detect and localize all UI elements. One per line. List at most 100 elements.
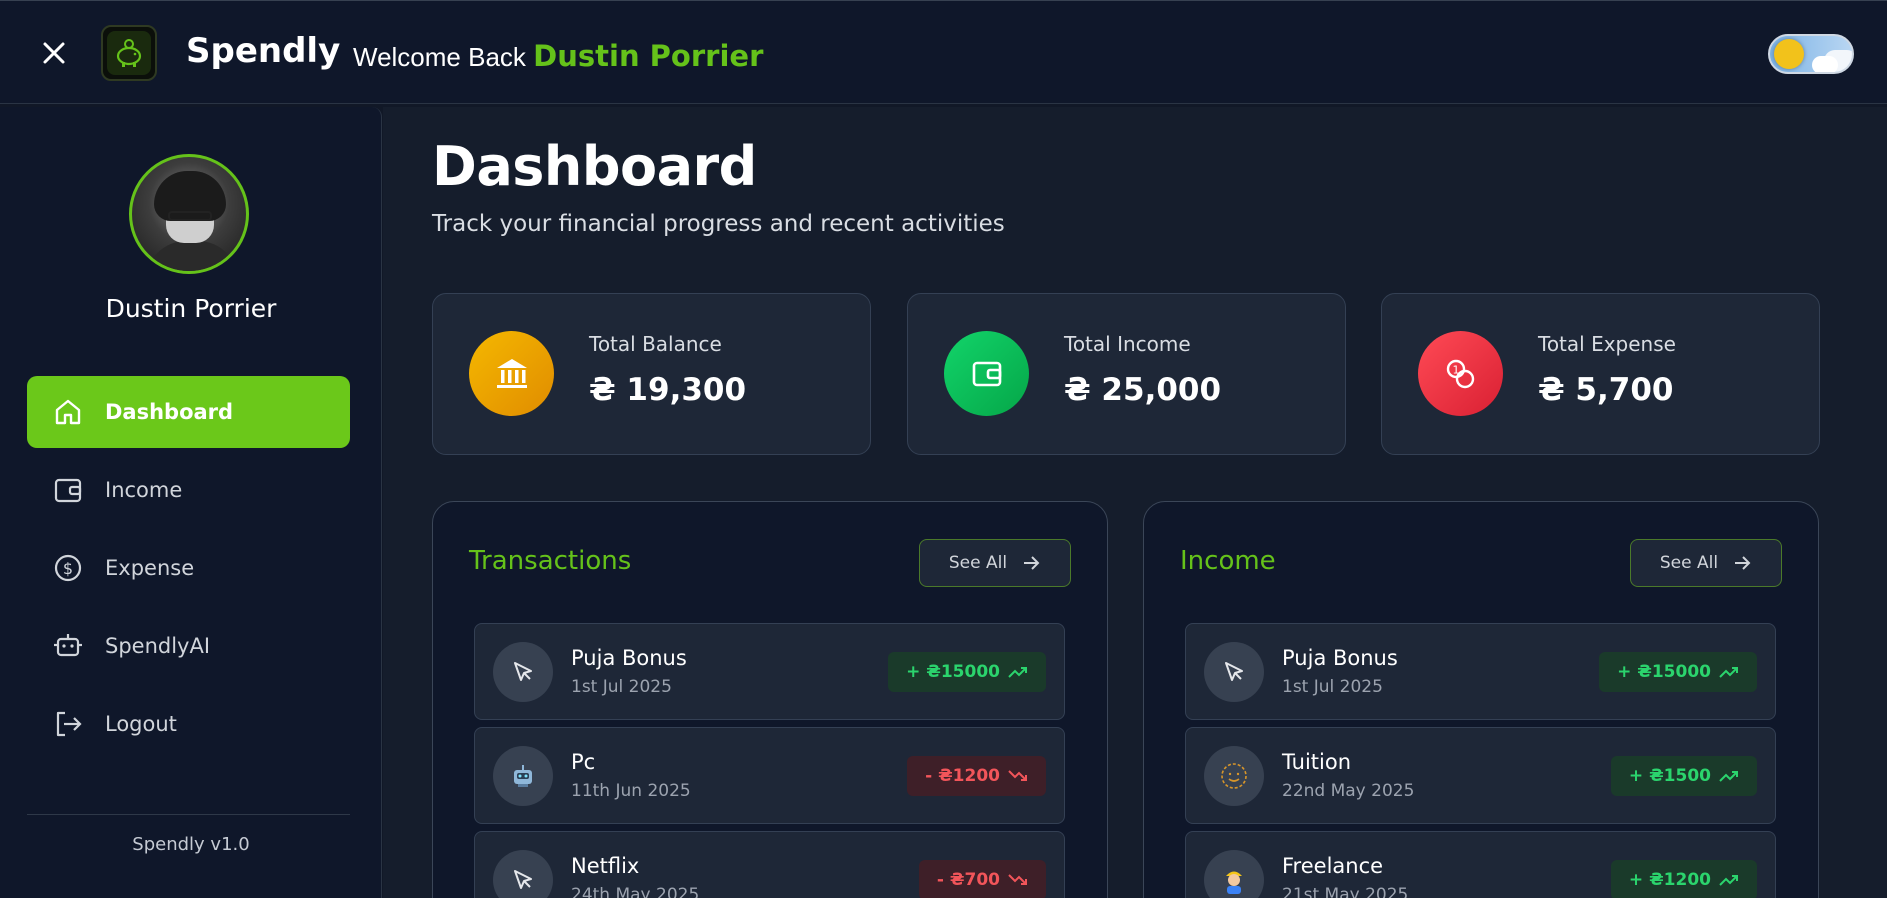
sidebar-divider — [27, 814, 350, 815]
amount-badge: - ₴700 — [918, 860, 1046, 898]
arrow-right-icon — [1735, 556, 1751, 570]
amount-badge: + ₴1200 — [1610, 860, 1757, 898]
see-all-label: See All — [948, 553, 1008, 573]
income-list: Puja Bonus 1st Jul 2025 + ₴15000 Tuition… — [1185, 623, 1776, 898]
stat-value: ₴ 19,300 — [589, 372, 747, 408]
sidebar-item-expense[interactable]: $ Expense — [27, 532, 350, 604]
page-title: Dashboard — [432, 135, 757, 198]
list-item[interactable]: Freelance 21st May 2025 + ₴1200 — [1185, 831, 1776, 898]
close-icon[interactable] — [38, 37, 70, 69]
stat-label: Total Income — [1064, 332, 1191, 356]
trending-up-icon — [1719, 875, 1738, 886]
item-name: Puja Bonus — [1282, 646, 1398, 670]
stat-value: ₴ 5,700 — [1538, 372, 1674, 408]
see-all-income-button[interactable]: See All — [1630, 539, 1782, 587]
amount-value: + ₴1500 — [1628, 766, 1711, 786]
see-all-label: See All — [1659, 553, 1719, 573]
item-name: Tuition — [1282, 750, 1352, 774]
sidebar-nav: Dashboard Income $ Expense SpendlyAI Log… — [27, 376, 350, 766]
item-date: 11th Jun 2025 — [571, 781, 691, 801]
cursor-icon — [493, 850, 553, 898]
amount-badge: + ₴1500 — [1610, 756, 1757, 796]
item-date: 1st Jul 2025 — [1282, 677, 1383, 697]
home-icon — [51, 395, 85, 429]
cursor-icon — [1204, 642, 1264, 702]
item-date: 24th May 2025 — [571, 885, 700, 898]
dollar-circle-icon: $ — [51, 551, 85, 585]
sidebar-item-label: Expense — [105, 556, 195, 580]
amount-badge: - ₴1200 — [907, 756, 1046, 796]
trending-down-icon — [1008, 770, 1027, 781]
sidebar-user-name: Dustin Porrier — [105, 294, 277, 323]
amount-value: + ₴15000 — [1617, 662, 1711, 682]
sidebar-item-income[interactable]: Income — [27, 454, 350, 526]
stat-value: ₴ 25,000 — [1064, 372, 1222, 408]
panel-title: Income — [1180, 546, 1276, 576]
amount-badge: + ₴15000 — [888, 652, 1046, 692]
stat-label: Total Balance — [589, 332, 722, 356]
sidebar-item-spendlyai[interactable]: SpendlyAI — [27, 610, 350, 682]
amount-value: + ₴1200 — [1628, 870, 1711, 890]
panel-title: Transactions — [469, 546, 632, 576]
sidebar-item-label: Income — [105, 478, 183, 502]
main-content: Dashboard Track your financial progress … — [383, 107, 1887, 898]
cursor-icon — [493, 642, 553, 702]
list-item[interactable]: Tuition 22nd May 2025 + ₴1500 — [1185, 727, 1776, 824]
item-name: Freelance — [1282, 854, 1384, 878]
bot-icon — [51, 629, 85, 663]
see-all-transactions-button[interactable]: See All — [919, 539, 1071, 587]
wallet-icon — [944, 331, 1029, 416]
top-bar: Spendly Welcome Back Dustin Porrier — [0, 0, 1887, 104]
smiley-icon — [1204, 746, 1264, 806]
brand-name: Spendly — [186, 31, 341, 71]
amount-value: - ₴1200 — [925, 766, 1000, 786]
transactions-panel: Transactions See All Puja Bonus 1st Jul … — [432, 501, 1108, 898]
stat-card-balance: Total Balance ₴ 19,300 — [432, 293, 871, 455]
sidebar: Dustin Porrier Dashboard Income $ Expens… — [0, 107, 382, 898]
amount-value: + ₴15000 — [906, 662, 1000, 682]
transactions-list: Puja Bonus 1st Jul 2025 + ₴15000 Pc 11th… — [474, 623, 1065, 898]
sun-icon — [1774, 39, 1804, 69]
list-item[interactable]: Pc 11th Jun 2025 - ₴1200 — [474, 727, 1065, 824]
item-name: Pc — [571, 750, 596, 774]
worker-icon — [1204, 850, 1264, 898]
stat-card-income: Total Income ₴ 25,000 — [907, 293, 1346, 455]
theme-toggle[interactable] — [1768, 34, 1854, 74]
trending-up-icon — [1008, 667, 1027, 678]
welcome-user-name: Dustin Porrier — [533, 39, 764, 73]
item-name: Netflix — [571, 854, 640, 878]
item-date: 1st Jul 2025 — [571, 677, 672, 697]
sidebar-item-label: Dashboard — [105, 400, 234, 424]
page-subtitle: Track your financial progress and recent… — [432, 211, 1005, 237]
sidebar-item-label: Logout — [105, 712, 177, 736]
trending-down-icon — [1008, 874, 1027, 885]
piggy-bank-logo-icon — [101, 25, 157, 81]
avatar — [129, 154, 249, 274]
arrow-right-icon — [1024, 556, 1040, 570]
amount-value: - ₴700 — [936, 870, 1000, 890]
bank-icon — [469, 331, 554, 416]
sidebar-item-dashboard[interactable]: Dashboard — [27, 376, 350, 448]
stat-card-expense: 1 Total Expense ₴ 5,700 — [1381, 293, 1820, 455]
item-date: 22nd May 2025 — [1282, 781, 1415, 801]
sidebar-item-logout[interactable]: Logout — [27, 688, 350, 760]
logout-icon — [51, 707, 85, 741]
welcome-prefix: Welcome Back — [353, 42, 526, 72]
list-item[interactable]: Puja Bonus 1st Jul 2025 + ₴15000 — [474, 623, 1065, 720]
item-name: Puja Bonus — [571, 646, 687, 670]
trending-up-icon — [1719, 667, 1738, 678]
wallet-icon — [51, 473, 85, 507]
trending-up-icon — [1719, 771, 1738, 782]
robot-icon — [493, 746, 553, 806]
coins-icon: 1 — [1418, 331, 1503, 416]
list-item[interactable]: Netflix 24th May 2025 - ₴700 — [474, 831, 1065, 898]
item-date: 21st May 2025 — [1282, 885, 1409, 898]
stat-label: Total Expense — [1538, 332, 1676, 356]
sidebar-item-label: SpendlyAI — [105, 634, 211, 658]
income-panel: Income See All Puja Bonus 1st Jul 2025 +… — [1143, 501, 1819, 898]
app-version: Spendly v1.0 — [132, 834, 250, 855]
list-item[interactable]: Puja Bonus 1st Jul 2025 + ₴15000 — [1185, 623, 1776, 720]
amount-badge: + ₴15000 — [1599, 652, 1757, 692]
svg-text:$: $ — [63, 559, 73, 578]
welcome-message: Welcome Back Dustin Porrier — [353, 39, 763, 73]
